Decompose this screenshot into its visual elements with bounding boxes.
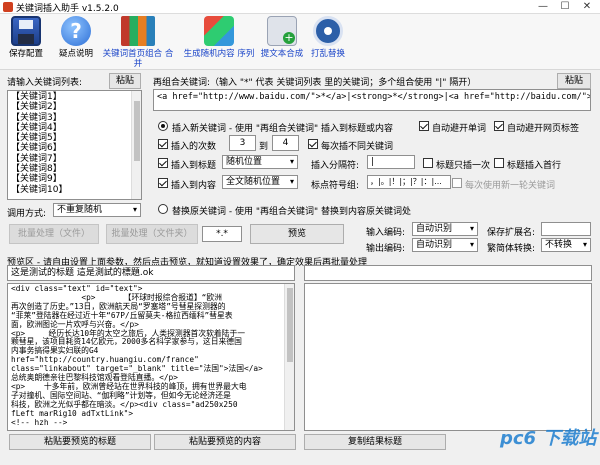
separator-input[interactable]: | bbox=[367, 155, 415, 169]
keyword-combine-button[interactable]: 关键词首页组合 合并 bbox=[100, 16, 176, 69]
keyword-list-scrollbar[interactable] bbox=[131, 91, 141, 199]
chevron-down-icon: ▾ bbox=[469, 240, 474, 249]
auto-avoid-word-checkbox[interactable] bbox=[419, 121, 429, 134]
title-bar: 关键词插入助手 v1.5.2.0 — ☐ ✕ bbox=[0, 0, 600, 14]
books-icon bbox=[121, 16, 155, 46]
maximize-button[interactable]: ☐ bbox=[554, 0, 576, 14]
title-position-select[interactable]: 随机位置 ▾ bbox=[222, 155, 298, 169]
keyword-list-textarea[interactable]: 【关键词1】 【关键词2】 【关键词3】 【关键词4】 【关键词5】 【关键词6】 【关键词… bbox=[7, 90, 142, 200]
insert-title-label: 插入到标题 bbox=[171, 161, 217, 171]
conversion-select[interactable]: 不转换 ▾ bbox=[541, 238, 591, 252]
file-ext-filter-input[interactable]: *.* bbox=[202, 226, 242, 242]
conversion-label: 繁简体转换: bbox=[487, 244, 536, 254]
title-first-checkbox[interactable] bbox=[494, 158, 504, 171]
shuffle-icon bbox=[313, 16, 343, 46]
batch-file-button[interactable]: 批量处理（文件） bbox=[9, 224, 99, 244]
keyword-list-item: 【关键词4】 bbox=[11, 122, 62, 133]
chevron-down-icon: ▾ bbox=[582, 240, 587, 249]
output-encoding-label: 输出编码: bbox=[366, 244, 406, 254]
times-to-label: 到 bbox=[259, 142, 269, 152]
combo-keyword-label: 再组合关键词:（输入 "*" 代表 关键词列表 里的关键词；多个组合使用 "|"… bbox=[153, 78, 477, 88]
insert-content-label: 插入到内容 bbox=[171, 181, 217, 191]
combo-paste-button[interactable]: 粘贴 bbox=[557, 73, 591, 89]
app-icon bbox=[3, 2, 13, 12]
keyword-list-label: 请输入关键词列表: bbox=[7, 78, 83, 88]
separator-label: 插入分隔符: bbox=[311, 161, 360, 171]
insert-mode-radio[interactable] bbox=[158, 121, 168, 134]
keyword-list-item: 【关键词1】 bbox=[11, 92, 62, 102]
times-from-input[interactable]: 3 bbox=[229, 135, 256, 151]
preview-button[interactable]: 预览 bbox=[250, 224, 344, 244]
insert-content-checkbox[interactable] bbox=[158, 178, 168, 191]
batch-folder-button[interactable]: 批量处理（文件夹） bbox=[106, 224, 198, 244]
chevron-down-icon: ▾ bbox=[132, 205, 137, 214]
result-content-output[interactable] bbox=[304, 283, 592, 431]
keyword-list-item: 【关键词6】 bbox=[11, 143, 62, 154]
content-position-select[interactable]: 全文随机位置 ▾ bbox=[222, 175, 298, 189]
close-button[interactable]: ✕ bbox=[576, 0, 598, 14]
insert-title-checkbox[interactable] bbox=[158, 158, 168, 171]
blocks-icon bbox=[204, 16, 234, 46]
minimize-button[interactable]: — bbox=[532, 0, 554, 14]
insert-times-label: 插入的次数 bbox=[171, 142, 217, 152]
preview-title-input[interactable]: 这是测试的标题 這是測試的標題.ok bbox=[7, 265, 295, 281]
keyword-list-item: 【关键词5】 bbox=[11, 133, 62, 144]
chevron-down-icon: ▾ bbox=[289, 157, 294, 166]
keyword-paste-button[interactable]: 粘贴 bbox=[109, 73, 141, 89]
paste-preview-title-button[interactable]: 粘贴要预览的标题 bbox=[9, 434, 151, 450]
toolbar: 保存配置 ? 疑点说明 关键词首页组合 合并 生成随机内容 序列 + 提文本合成… bbox=[0, 14, 600, 70]
input-encoding-label: 输入编码: bbox=[366, 228, 406, 238]
title-once-label: 标题只插一次 bbox=[436, 161, 491, 171]
preview-content-textarea[interactable]: <div class="text" id="text"> <p> 【环球时报综合… bbox=[7, 283, 295, 431]
insert-times-checkbox[interactable] bbox=[158, 139, 168, 152]
keyword-list-item: 【关键词10】 bbox=[11, 184, 68, 195]
no-repeat-label: 每次插不同关键词 bbox=[321, 142, 394, 152]
result-title-output[interactable] bbox=[304, 265, 592, 281]
save-config-button[interactable]: 保存配置 bbox=[6, 16, 46, 59]
keyword-list-item: 【关键词2】 bbox=[11, 102, 62, 113]
punctuation-input[interactable]: ，|。|！|；|？|：|... bbox=[367, 175, 451, 189]
copy-result-title-button[interactable]: 复制结果标题 bbox=[304, 434, 446, 450]
chevron-down-icon: ▾ bbox=[289, 177, 294, 186]
new-round-label: 每次使用新一轮关键词 bbox=[465, 181, 556, 191]
merge-icon: + bbox=[267, 16, 297, 46]
punctuation-label: 标点符号组: bbox=[311, 181, 360, 191]
replace-mode-label: 替换原关键词 - 使用 "再组合关键词" 替换到内容原关键词处 bbox=[172, 207, 411, 217]
auto-avoid-tag-checkbox[interactable] bbox=[494, 121, 504, 134]
shuffle-replace-button[interactable]: 打乱替换 bbox=[306, 16, 350, 59]
save-ext-input[interactable] bbox=[541, 222, 591, 236]
call-mode-select[interactable]: 不重复随机 ▾ bbox=[53, 203, 141, 217]
times-to-input[interactable]: 4 bbox=[272, 135, 299, 151]
preview-content-line: <!-- hzh --> bbox=[11, 417, 68, 427]
help-button[interactable]: ? 疑点说明 bbox=[56, 16, 96, 59]
new-round-checkbox[interactable] bbox=[452, 178, 462, 191]
keyword-list-item: 【关键词8】 bbox=[11, 164, 62, 175]
replace-mode-radio[interactable] bbox=[158, 204, 168, 217]
paste-preview-content-button[interactable]: 粘贴要预览的内容 bbox=[154, 434, 296, 450]
keyword-list-item: 【关键词3】 bbox=[11, 112, 62, 123]
auto-avoid-word-label: 自动避开单词 bbox=[432, 124, 487, 134]
title-once-checkbox[interactable] bbox=[423, 158, 433, 171]
combo-keyword-input[interactable]: <a href="http://www.baidu.com/">*</a>|<s… bbox=[153, 89, 591, 111]
text-merge-button[interactable]: + 提文本合成 bbox=[260, 16, 304, 59]
watermark-logo: pc6 下载站 bbox=[500, 428, 597, 449]
auto-avoid-tag-label: 自动避开网页标签 bbox=[507, 124, 580, 134]
preview-content-scrollbar[interactable] bbox=[284, 284, 294, 430]
output-encoding-select[interactable]: 自动识别 ▾ bbox=[412, 238, 478, 252]
input-encoding-select[interactable]: 自动识别 ▾ bbox=[412, 222, 478, 236]
chevron-down-icon: ▾ bbox=[469, 224, 474, 233]
help-icon: ? bbox=[61, 16, 91, 46]
save-ext-label: 保存扩展名: bbox=[487, 228, 536, 238]
save-icon bbox=[11, 16, 41, 46]
keyword-list-item: 【关键词7】 bbox=[11, 153, 62, 164]
window-title: 关键词插入助手 v1.5.2.0 bbox=[16, 4, 119, 14]
title-first-label: 标题插入首行 bbox=[507, 161, 562, 171]
keyword-list-item: 【关键词9】 bbox=[11, 174, 62, 185]
insert-mode-label: 插入新关键词 - 使用 "再组合关键词" 插入到标题或内容 bbox=[172, 124, 393, 134]
random-content-button[interactable]: 生成随机内容 序列 bbox=[180, 16, 258, 59]
call-mode-label: 调用方式: bbox=[7, 209, 47, 219]
no-repeat-checkbox[interactable] bbox=[308, 139, 318, 152]
